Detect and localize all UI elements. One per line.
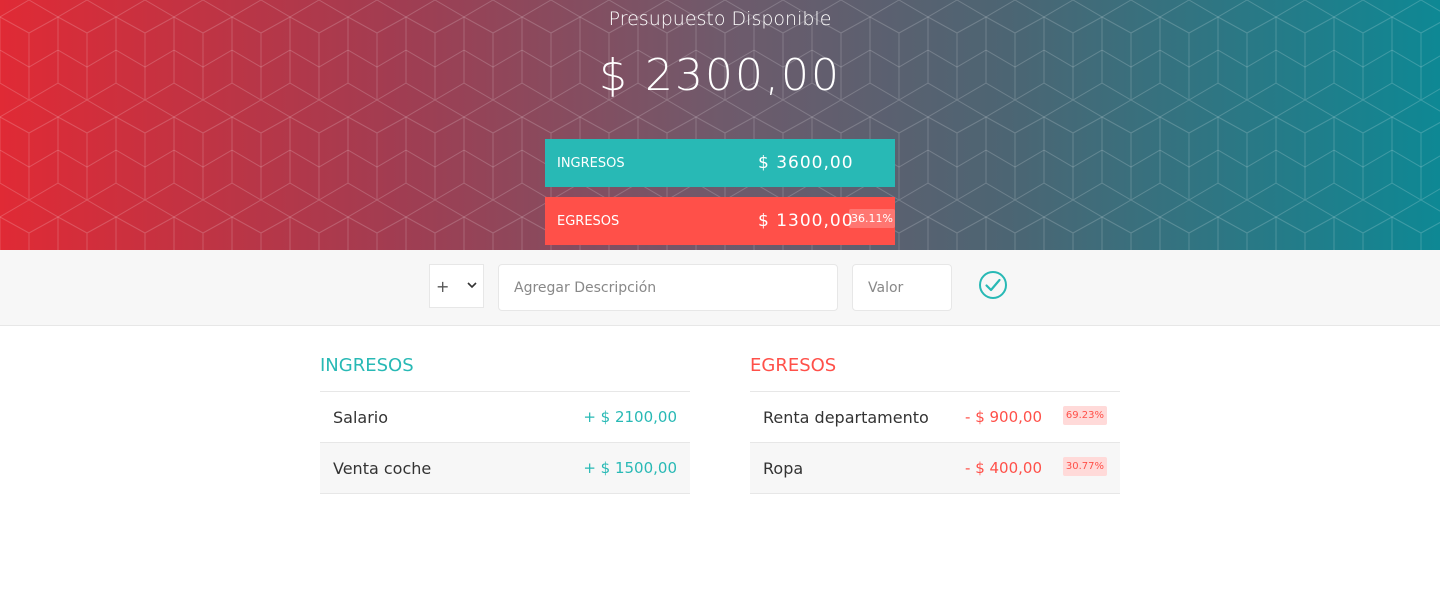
income-item[interactable]: Salario + $ 2100,00 (320, 392, 690, 443)
add-entry-bar: + (0, 250, 1440, 326)
expense-summary-label: Egresos (557, 213, 620, 229)
item-description: Ropa (763, 458, 804, 478)
income-summary: Ingresos $ 3600,00 (545, 139, 895, 187)
item-percentage-badge: 69.23% (1062, 406, 1107, 425)
item-description: Salario (333, 407, 389, 427)
budget-header: Presupuesto Disponible $ 2300,00 Ingreso… (0, 0, 1440, 250)
item-value: - $ 400,00 (965, 459, 1042, 477)
value-input[interactable] (852, 264, 952, 311)
item-value: + $ 2100,00 (583, 408, 677, 426)
expense-list: Egresos Renta departamento - $ 900,00 69… (750, 354, 1120, 494)
budget-title: Presupuesto Disponible (608, 8, 832, 30)
expense-list-title: Egresos (750, 354, 1120, 392)
item-description: Renta departamento (763, 407, 929, 427)
expense-item[interactable]: Renta departamento - $ 900,00 69.23% (750, 392, 1120, 443)
submit-button[interactable] (977, 269, 1009, 301)
income-summary-value: $ 3600,00 (758, 153, 854, 173)
expense-percentage-badge: 36.11% (849, 209, 895, 228)
income-summary-label: Ingresos (557, 155, 625, 171)
lists-container: Ingresos Salario + $ 2100,00 Venta coche… (0, 326, 1440, 599)
income-list: Ingresos Salario + $ 2100,00 Venta coche… (320, 354, 690, 494)
item-description: Venta coche (333, 458, 432, 478)
type-select[interactable]: + (429, 264, 484, 308)
type-select-value: + (436, 276, 450, 296)
expense-item[interactable]: Ropa - $ 400,00 30.77% (750, 443, 1120, 494)
item-percentage-badge: 30.77% (1062, 457, 1107, 476)
income-list-title: Ingresos (320, 354, 690, 392)
chevron-down-icon (467, 282, 477, 289)
expense-summary: Egresos $ 1300,00 36.11% (545, 197, 895, 245)
checkmark-circle-icon (979, 271, 1007, 299)
item-value: + $ 1500,00 (583, 459, 677, 477)
budget-total-value: $ 2300,00 (599, 50, 841, 101)
income-item[interactable]: Venta coche + $ 1500,00 (320, 443, 690, 494)
item-value: - $ 900,00 (965, 408, 1042, 426)
description-input[interactable] (498, 264, 838, 311)
expense-summary-value: $ 1300,00 (758, 211, 854, 231)
